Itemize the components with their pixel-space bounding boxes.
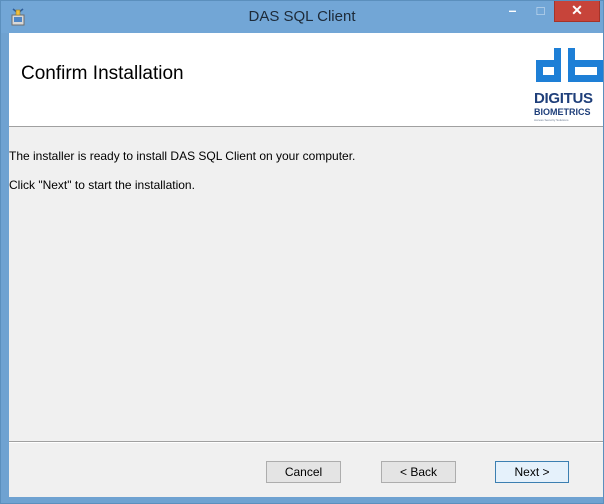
cancel-button[interactable]: Cancel (266, 461, 341, 483)
installer-window: DAS SQL Client – □ ✕ Confirm Installatio… (0, 0, 604, 504)
logo-brand-line2: BIOMETRICS (534, 107, 591, 117)
close-button[interactable]: ✕ (554, 1, 600, 22)
header-banner: Confirm Installation DIGITUS BIOMETRICS … (9, 33, 603, 127)
digitus-biometrics-logo: DIGITUS BIOMETRICS Access Security Solut… (534, 46, 603, 124)
ready-message: The installer is ready to install DAS SQ… (9, 149, 356, 163)
next-button[interactable]: Next > (495, 461, 569, 483)
dialog-client-area: Confirm Installation DIGITUS BIOMETRICS … (9, 33, 603, 497)
instruction-message: Click "Next" to start the installation. (9, 178, 195, 192)
maximize-button[interactable]: □ (527, 1, 554, 22)
logo-tagline: Access Security Solutions (534, 118, 569, 122)
page-title: Confirm Installation (21, 63, 184, 84)
db-logo-mark-icon (536, 48, 603, 82)
logo-brand-line1: DIGITUS (534, 90, 593, 107)
title-bar[interactable]: DAS SQL Client – □ ✕ (1, 1, 603, 33)
back-button[interactable]: < Back (381, 461, 456, 483)
minimize-button[interactable]: – (498, 1, 527, 22)
footer-divider (9, 441, 603, 443)
